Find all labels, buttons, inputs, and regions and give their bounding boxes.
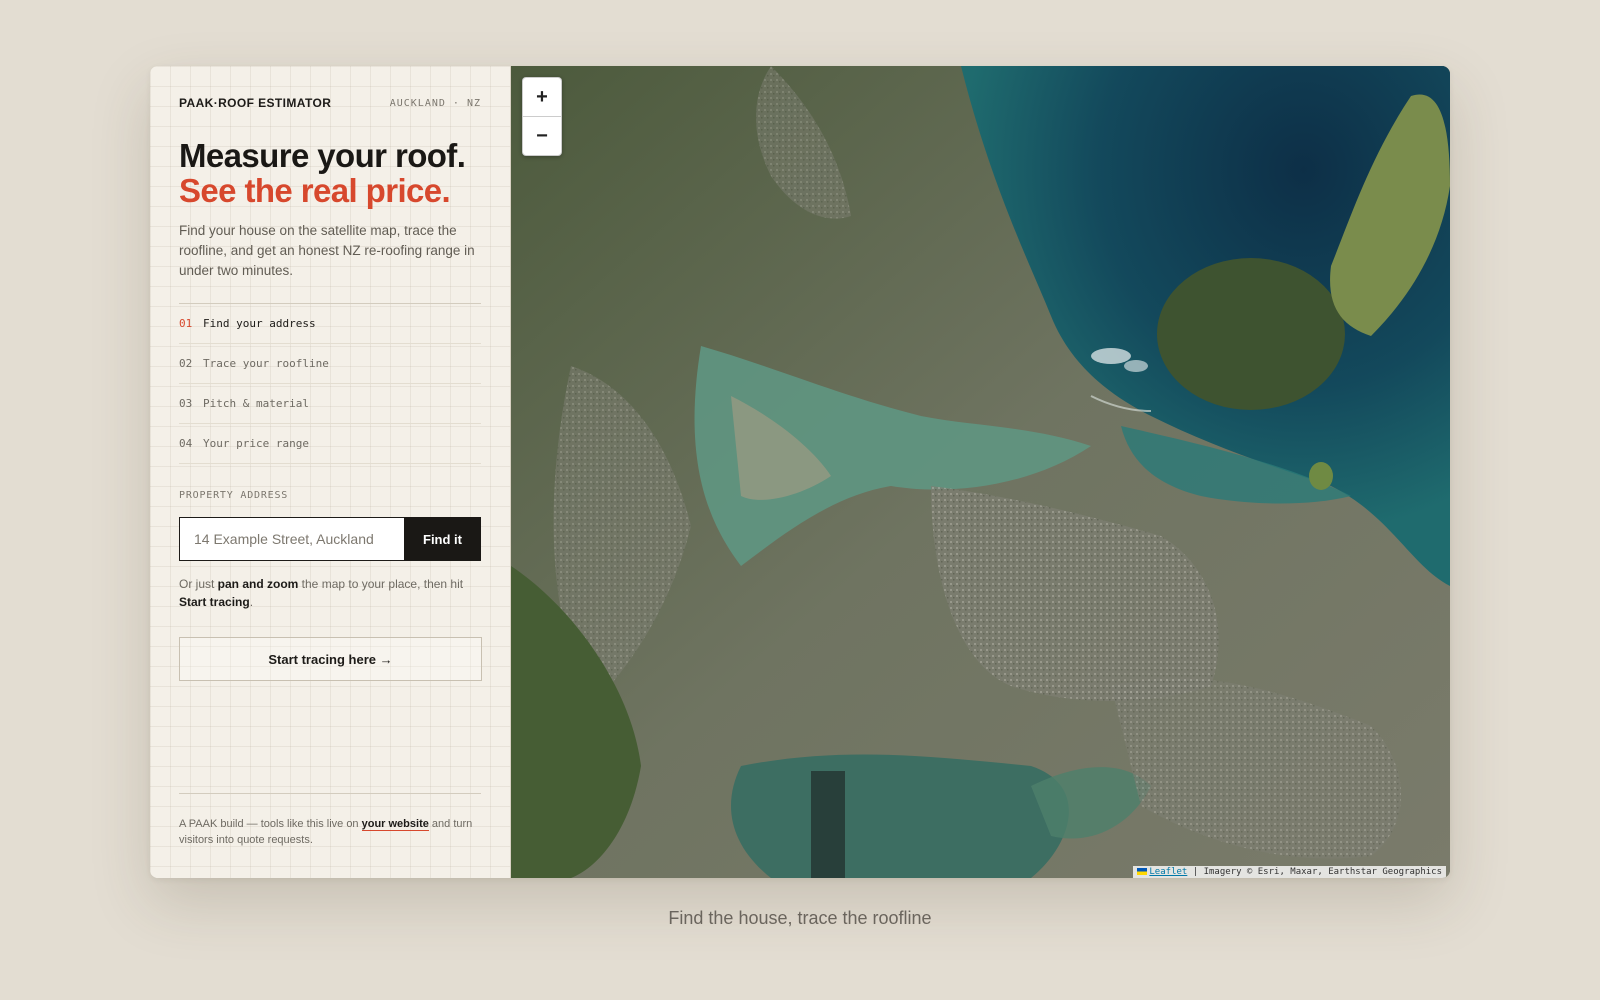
find-it-button[interactable]: Find it [404, 517, 481, 561]
title-line-1: Measure your roof. [179, 137, 466, 174]
cloud [1124, 360, 1148, 372]
step-number: 01 [179, 317, 193, 330]
step-label: Find your address [203, 317, 316, 330]
topbar: PAAK·ROOF ESTIMATOR AUCKLAND · NZ [179, 96, 481, 110]
footer-note: A PAAK build — tools like this live on y… [179, 793, 481, 848]
hint-suffix: . [249, 595, 254, 609]
map-hint: Or just pan and zoom the map to your pla… [179, 575, 481, 611]
cloud [1091, 348, 1131, 364]
hint-pan-zoom: pan and zoom [217, 577, 299, 591]
satellite-imagery[interactable] [511, 66, 1450, 878]
step-label: Pitch & material [203, 397, 309, 410]
rangitoto-island [1157, 258, 1345, 410]
step-number: 03 [179, 397, 193, 410]
step-pitch-material[interactable]: 03 Pitch & material [179, 384, 481, 424]
step-label: Your price range [203, 437, 309, 450]
address-section-label: PROPERTY ADDRESS [179, 490, 289, 501]
locale-label: AUCKLAND · NZ [389, 97, 481, 109]
map-attribution: Leaflet | Imagery © Esri, Maxar, Earthst… [1133, 866, 1446, 878]
page-title: Measure your roof. See the real price. [179, 138, 481, 208]
hint-prefix: Or just [179, 577, 218, 591]
ukraine-flag-icon [1137, 868, 1148, 875]
imagery-credit: | Imagery © Esri, Maxar, Earthstar Geogr… [1187, 867, 1442, 877]
footer-prefix: A PAAK build — tools like this live on [179, 818, 362, 830]
step-trace-roofline[interactable]: 02 Trace your roofline [179, 344, 481, 384]
step-price-range[interactable]: 04 Your price range [179, 424, 481, 464]
leaflet-link[interactable]: Leaflet [1149, 867, 1187, 877]
estimator-panel: PAAK·ROOF ESTIMATOR AUCKLAND · NZ Measur… [150, 66, 511, 878]
title-line-2: See the real price. [179, 172, 451, 209]
start-tracing-button[interactable]: Start tracing here → [179, 637, 482, 681]
screenshot-caption: Find the house, trace the roofline [668, 908, 932, 928]
satellite-map[interactable]: + − Leaflet | Imagery © Esri, Maxar, Ear… [511, 66, 1450, 878]
zoom-in-button[interactable]: + [523, 78, 561, 116]
app-window: PAAK·ROOF ESTIMATOR AUCKLAND · NZ Measur… [150, 66, 1450, 878]
step-label: Trace your roofline [203, 357, 329, 370]
hint-middle: the map to your place, then hit [298, 577, 464, 591]
tile-seam [811, 771, 845, 878]
step-number: 04 [179, 437, 193, 450]
zoom-control: + − [522, 77, 562, 156]
step-list: 01 Find your address 02 Trace your roofl… [179, 303, 481, 464]
brand-logo: PAAK·ROOF ESTIMATOR [179, 96, 332, 110]
address-search-row: Find it [179, 517, 481, 561]
intro-text: Find your house on the satellite map, tr… [179, 223, 475, 278]
manukau-harbour [731, 754, 1069, 878]
step-find-address[interactable]: 01 Find your address [179, 304, 481, 344]
hint-start-tracing: Start tracing [179, 595, 250, 609]
website-link[interactable]: your website [361, 818, 429, 831]
address-input[interactable] [179, 517, 404, 561]
zoom-out-button[interactable]: − [523, 116, 561, 155]
step-number: 02 [179, 357, 193, 370]
small-island [1309, 462, 1333, 490]
